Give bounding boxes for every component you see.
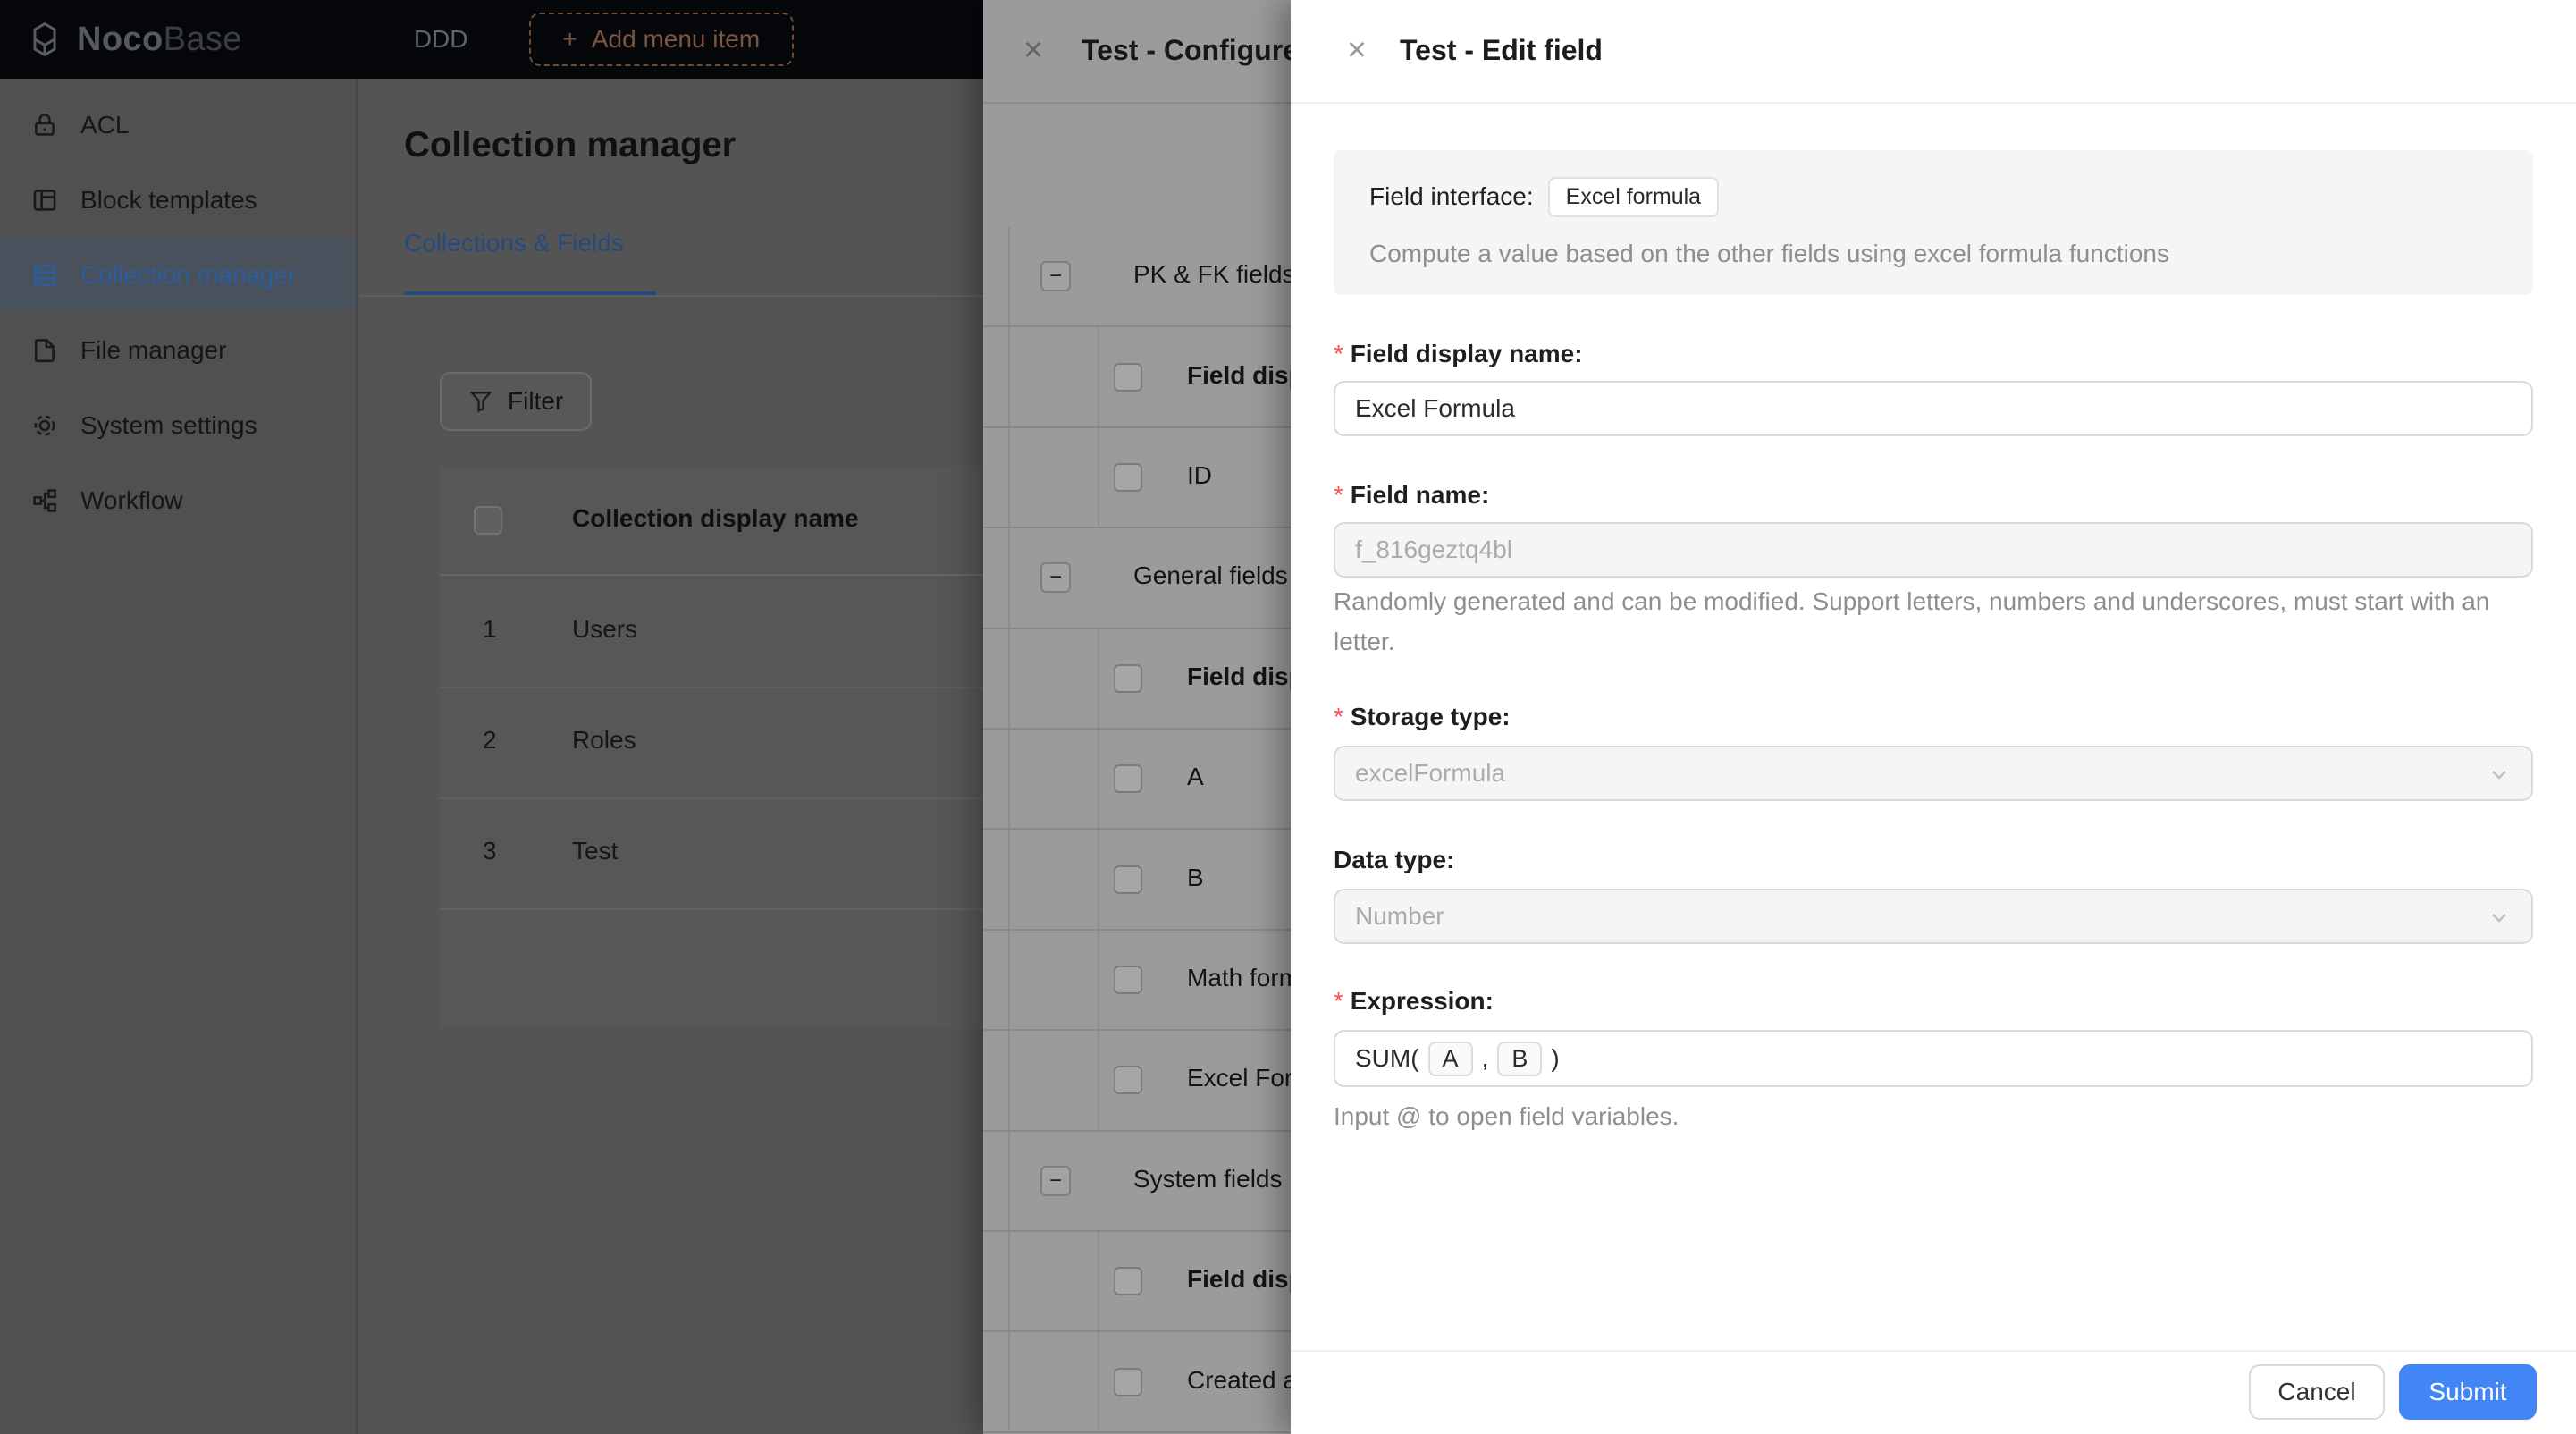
- storage-type-select: excelFormula: [1334, 746, 2533, 801]
- nocobase-logo[interactable]: NocoBase: [25, 20, 242, 59]
- field-group-label: General fields: [1133, 561, 1288, 590]
- row-checkbox[interactable]: [1114, 1368, 1142, 1396]
- edit-drawer-header: × Test - Edit field: [1291, 0, 2576, 104]
- page-title: Collection manager: [404, 125, 736, 165]
- footer-divider: [1291, 1350, 2576, 1352]
- collection-name: Roles: [572, 726, 636, 755]
- data-type-label: Data type:: [1334, 846, 1454, 874]
- collection-name: Test: [572, 837, 618, 865]
- tab-collections-fields[interactable]: Collections & Fields: [404, 229, 624, 257]
- filter-button[interactable]: Filter: [440, 372, 592, 431]
- logo-text: NocoBase: [77, 21, 242, 59]
- workflow-icon: [30, 486, 59, 515]
- expression-input[interactable]: SUM( A, B): [1334, 1030, 2533, 1087]
- table-column-divider: [1098, 1031, 1099, 1129]
- collection-name: Users: [572, 615, 637, 644]
- field-interface-panel: Field interface: Excel formula Compute a…: [1334, 150, 2533, 295]
- sidebar-item-label: Block templates: [80, 186, 257, 215]
- sidebar-item-file-manager[interactable]: File manager: [0, 315, 356, 386]
- edit-field-drawer: × Test - Edit field Field interface: Exc…: [1291, 0, 2576, 1434]
- storage-type-label: Storage type:: [1334, 703, 1511, 731]
- row-checkbox[interactable]: [1114, 966, 1142, 994]
- expression-text: SUM(: [1355, 1044, 1419, 1073]
- table-column-divider: [1098, 830, 1099, 928]
- table-column-divider: [1098, 1232, 1099, 1330]
- select-all-checkbox[interactable]: [1114, 363, 1142, 392]
- field-name-input: f_816geztq4bl: [1334, 522, 2533, 578]
- select-all-checkbox[interactable]: [474, 506, 502, 535]
- lock-icon: [30, 111, 59, 139]
- add-menu-item-button[interactable]: + Add menu item: [529, 13, 795, 66]
- sidebar-item-block-templates[interactable]: Block templates: [0, 164, 356, 236]
- help-text-line: letter.: [1334, 621, 2533, 662]
- row-checkbox[interactable]: [1114, 463, 1142, 492]
- nocobase-cube-icon: [25, 20, 64, 59]
- database-icon: [30, 261, 59, 290]
- sidebar-item-label: ACL: [80, 111, 129, 139]
- field-display-name-input[interactable]: Excel Formula: [1334, 381, 2533, 436]
- field-label: ID: [1187, 461, 1212, 490]
- table-column-divider: [1098, 730, 1099, 828]
- table-column-divider: [1098, 1332, 1099, 1430]
- field-interface-description: Compute a value based on the other field…: [1369, 240, 2169, 268]
- expression-text: ,: [1482, 1044, 1489, 1073]
- table-column-divider: [1098, 327, 1099, 426]
- sidebar-item-system-settings[interactable]: System settings: [0, 390, 356, 461]
- field-group-label: System fields: [1133, 1165, 1283, 1194]
- gear-icon: [30, 411, 59, 440]
- row-index: 3: [483, 837, 497, 865]
- collapse-minus-icon[interactable]: −: [1040, 261, 1071, 291]
- file-icon: [30, 336, 59, 365]
- field-name-help: Randomly generated and can be modified. …: [1334, 581, 2533, 662]
- help-text-line: Randomly generated and can be modified. …: [1334, 581, 2533, 621]
- collapse-minus-icon[interactable]: −: [1040, 1166, 1071, 1196]
- row-checkbox[interactable]: [1114, 1066, 1142, 1094]
- table-column-divider: [1098, 629, 1099, 728]
- field-name-label: Field name:: [1334, 481, 1489, 510]
- expression-text: ): [1551, 1044, 1559, 1073]
- funnel-icon: [468, 389, 493, 414]
- sidebar-item-label: System settings: [80, 411, 257, 440]
- field-group-label: PK & FK fields: [1133, 260, 1295, 289]
- sidebar-item-collection-manager[interactable]: Collection manager: [0, 240, 356, 311]
- sidebar-item-label: Collection manager: [80, 261, 296, 290]
- expression-hint: Input @ to open field variables.: [1334, 1096, 2533, 1136]
- collapse-minus-icon[interactable]: −: [1040, 562, 1071, 593]
- field-label: A: [1187, 763, 1204, 791]
- field-display-name-label: Field display name:: [1334, 340, 1583, 368]
- sidebar-nav: ACL Block templates Collection manager File…: [0, 79, 358, 1434]
- sidebar-item-label: File manager: [80, 336, 226, 365]
- field-label: B: [1187, 864, 1204, 892]
- layout-icon: [30, 186, 59, 215]
- sidebar-item-acl[interactable]: ACL: [0, 89, 356, 161]
- close-icon[interactable]: ×: [1017, 30, 1049, 70]
- expression-label: Expression:: [1334, 987, 1494, 1016]
- close-icon[interactable]: ×: [1341, 30, 1373, 70]
- cancel-button[interactable]: Cancel: [2249, 1364, 2385, 1420]
- field-variable-chip[interactable]: A: [1428, 1042, 1473, 1076]
- topnav-item-ddd[interactable]: DDD: [414, 25, 468, 54]
- chevron-down-icon: [2488, 763, 2510, 785]
- field-interface-tag: Excel formula: [1548, 177, 1719, 217]
- plus-icon: +: [563, 25, 577, 54]
- field-interface-label: Field interface:: [1369, 182, 1534, 211]
- edit-drawer-title: Test - Edit field: [1400, 34, 1603, 67]
- field-variable-chip[interactable]: B: [1497, 1042, 1542, 1076]
- row-index: 2: [483, 726, 497, 755]
- select-all-checkbox[interactable]: [1114, 1267, 1142, 1295]
- submit-button[interactable]: Submit: [2399, 1364, 2537, 1420]
- data-type-select: Number: [1334, 889, 2533, 944]
- app-root: NocoBase DDD + Add menu item ACL Block te…: [0, 0, 2576, 1434]
- chevron-down-icon: [2488, 907, 2510, 928]
- column-header-collection-display-name: Collection display name: [572, 504, 859, 533]
- table-column-divider: [1098, 428, 1099, 527]
- select-all-checkbox[interactable]: [1114, 664, 1142, 693]
- table-column-divider: [1098, 931, 1099, 1029]
- row-index: 1: [483, 615, 497, 644]
- row-checkbox[interactable]: [1114, 764, 1142, 793]
- row-checkbox[interactable]: [1114, 865, 1142, 894]
- field-label: Created at: [1187, 1366, 1304, 1395]
- sidebar-item-label: Workflow: [80, 486, 183, 515]
- sidebar-item-workflow[interactable]: Workflow: [0, 465, 356, 536]
